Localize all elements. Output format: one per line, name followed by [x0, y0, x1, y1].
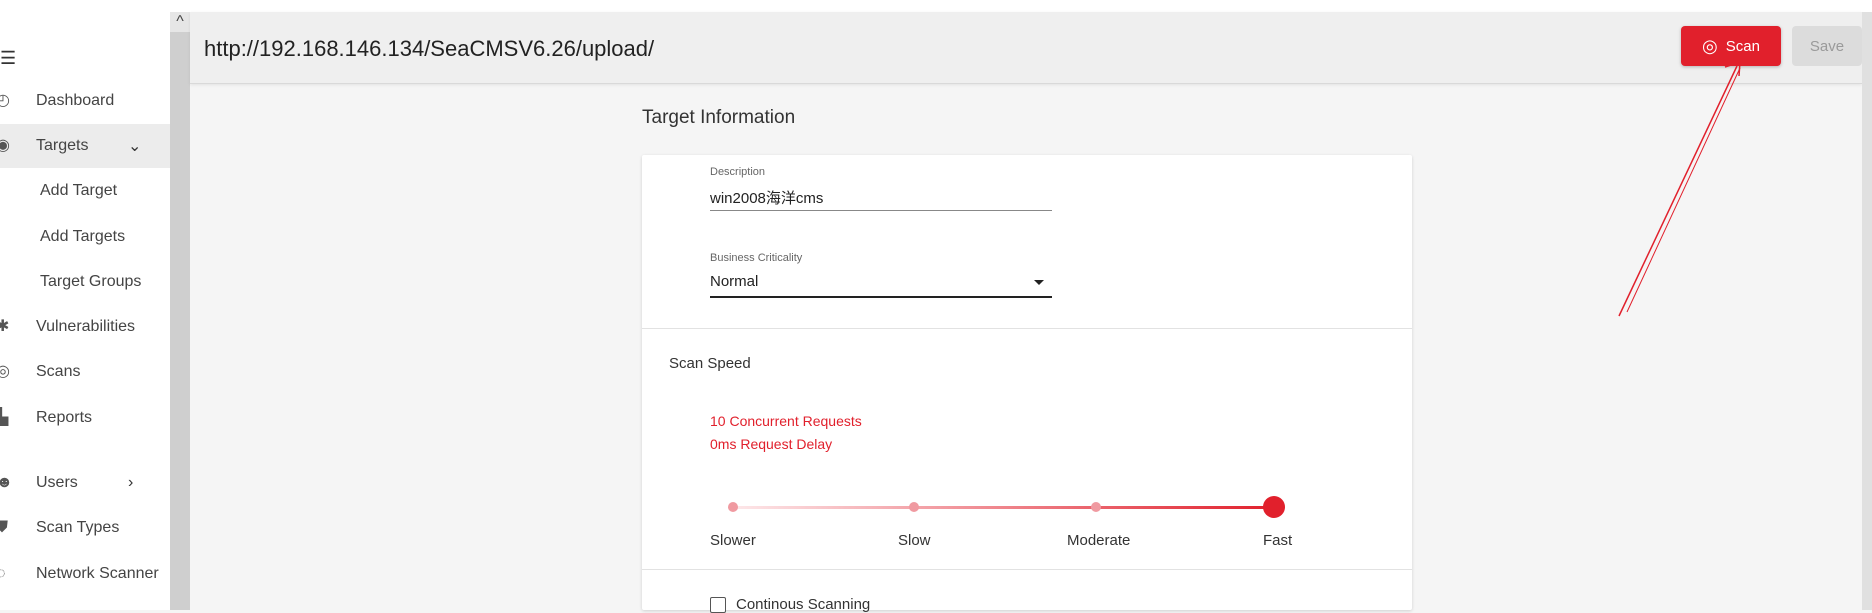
sidebar: ☰ ◴ Dashboard ◉ Targets ⌄ Add Target Add…: [0, 12, 170, 610]
shield-icon: ⛊: [0, 519, 9, 536]
scan-button[interactable]: ◎ Scan: [1681, 26, 1781, 66]
speed-label-slow: Slow: [898, 532, 931, 549]
speed-stop-moderate[interactable]: [1091, 502, 1101, 512]
sidebar-item-vulnerabilities[interactable]: ✱ Vulnerabilities: [0, 305, 170, 349]
sidebar-item-label: Network Scanner: [36, 565, 159, 582]
target-header: http://192.168.146.134/SeaCMSV6.26/uploa…: [190, 12, 1862, 84]
network-icon: ◌: [0, 565, 6, 582]
speed-label-fast: Fast: [1263, 532, 1293, 549]
scan-icon: ◎: [0, 363, 10, 380]
scan-speed-title: Scan Speed: [669, 355, 751, 372]
criticality-label: Business Criticality: [710, 252, 803, 264]
sidebar-subitem-add-target[interactable]: Add Target: [40, 182, 117, 200]
chevron-down-icon[interactable]: ⌄: [128, 136, 141, 156]
page-scrollbar[interactable]: [1862, 12, 1872, 610]
target-info-card: Description win2008海洋cms Business Critic…: [642, 155, 1412, 613]
continuous-scanning-label: Continous Scanning: [736, 596, 871, 613]
continuous-scanning-checkbox[interactable]: [710, 597, 726, 613]
sidebar-item-scan-types[interactable]: ⛊ Scan Types: [0, 506, 170, 550]
arrow-line: [1618, 65, 1738, 317]
sidebar-item-targets[interactable]: ◉ Targets ⌄: [0, 124, 170, 168]
speed-label-slower: Slower: [710, 532, 756, 549]
sidebar-subitem-target-groups[interactable]: Target Groups: [40, 273, 141, 291]
scan-icon: ◎: [1702, 35, 1718, 56]
sidebar-item-label: Dashboard: [36, 92, 115, 109]
sidebar-item-label: Scan Types: [36, 519, 120, 536]
speed-label-moderate: Moderate: [1067, 532, 1131, 549]
chevron-right-icon[interactable]: ›: [128, 474, 133, 492]
section-title: Target Information: [642, 107, 796, 128]
divider: [642, 328, 1412, 329]
target-url: http://192.168.146.134/SeaCMSV6.26/uploa…: [204, 36, 655, 61]
sidebar-item-reports[interactable]: ▙ Reports: [0, 396, 170, 440]
dashboard-icon: ◴: [0, 92, 10, 109]
save-button[interactable]: Save: [1792, 26, 1862, 66]
sidebar-item-network-scanner[interactable]: ◌ Network Scanner: [0, 552, 170, 596]
criticality-select[interactable]: Normal: [710, 273, 758, 290]
sidebar-item-label: Users: [36, 474, 78, 491]
divider: [642, 569, 1412, 570]
scroll-up-icon[interactable]: ^: [170, 12, 190, 32]
description-underline: [710, 210, 1052, 211]
bug-icon: ✱: [0, 318, 10, 335]
sidebar-item-label: Targets: [36, 137, 89, 154]
arrow-line: [1626, 67, 1741, 313]
speed-slider-handle[interactable]: [1263, 496, 1285, 518]
caret-down-icon[interactable]: [1034, 280, 1044, 285]
speed-slider-track[interactable]: [732, 506, 1277, 509]
request-delay-info: 0ms Request Delay: [710, 436, 833, 452]
target-icon: ◉: [0, 137, 10, 154]
speed-stop-slow[interactable]: [909, 502, 919, 512]
users-icon: ☻: [0, 474, 13, 491]
scan-button-label: Scan: [1725, 37, 1760, 55]
sidebar-item-scans[interactable]: ◎ Scans: [0, 350, 170, 394]
sidebar-item-label: Vulnerabilities: [36, 318, 136, 335]
description-label: Description: [710, 166, 766, 178]
sidebar-item-label: Scans: [36, 363, 81, 380]
sidebar-item-users[interactable]: ☻ Users ›: [0, 461, 170, 505]
criticality-underline: [710, 296, 1052, 298]
sidebar-item-label: Reports: [36, 409, 93, 426]
description-field[interactable]: win2008海洋cms: [710, 187, 823, 208]
menu-icon[interactable]: ☰: [0, 48, 16, 69]
sidebar-item-dashboard[interactable]: ◴ Dashboard: [0, 79, 170, 123]
speed-stop-slower[interactable]: [728, 502, 738, 512]
sidebar-scrollbar[interactable]: ^: [170, 12, 190, 610]
concurrent-requests-info: 10 Concurrent Requests: [710, 413, 862, 429]
save-button-label: Save: [1809, 37, 1845, 55]
report-icon: ▙: [0, 409, 9, 426]
sidebar-subitem-add-targets[interactable]: Add Targets: [40, 228, 125, 246]
